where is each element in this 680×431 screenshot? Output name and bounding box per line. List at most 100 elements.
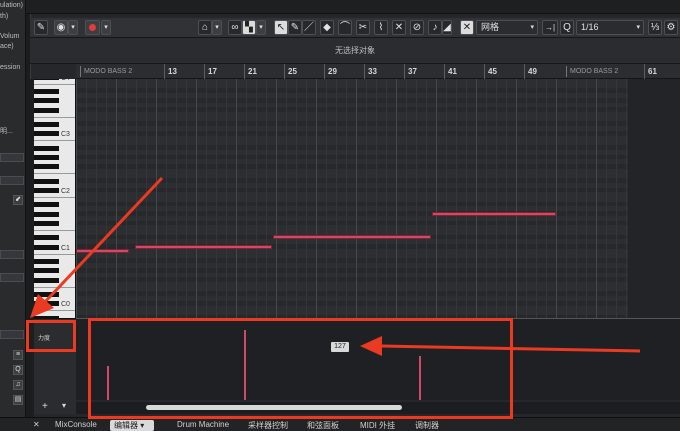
grid-outside-part (628, 79, 680, 318)
piano-black-key[interactable] (34, 107, 59, 113)
tab-modulators[interactable]: 调制器 (415, 420, 439, 431)
grid-line (536, 79, 537, 318)
settings-icon[interactable]: ⚙ (664, 20, 678, 35)
piano-black-key[interactable] (34, 188, 59, 194)
bar-tick (204, 64, 205, 79)
tab-editor[interactable]: 编辑器 ▾ (110, 420, 155, 431)
link-icon[interactable]: ∞ (228, 20, 242, 35)
speaker-icon[interactable]: ◢ (442, 20, 452, 35)
list-icon[interactable]: ≡ (13, 350, 23, 360)
split-tool-icon[interactable]: ✂ (356, 20, 370, 35)
piano-black-key[interactable] (34, 268, 59, 274)
midi-note[interactable] (432, 211, 556, 216)
solo-icon[interactable]: ◉ (54, 20, 68, 35)
bar-tick (484, 64, 485, 79)
grid-line (506, 79, 507, 318)
grid-line (136, 79, 137, 318)
chevron-down-icon[interactable]: ▾ (256, 20, 266, 35)
piano-keyboard[interactable]: C4 C3 C2 C1 C0 (34, 79, 76, 318)
chevron-down-icon[interactable]: ▾ (101, 20, 111, 35)
inspector-menu-text[interactable]: 明... (0, 126, 13, 136)
bar-tick (164, 64, 165, 79)
bar-tick (324, 64, 325, 79)
tab-midi-insert[interactable]: MIDI 外挂 (360, 420, 395, 431)
piano-black-key[interactable] (34, 164, 59, 170)
erase-tool-icon[interactable]: ◆ (320, 20, 334, 35)
piano-black-key[interactable] (34, 79, 59, 80)
draw-tool-icon[interactable]: ✎ (288, 20, 302, 35)
octave-label: C3 (61, 131, 70, 139)
auto-scroll-icon[interactable]: ▚ (242, 20, 256, 35)
grid-line (376, 79, 377, 318)
piano-black-key[interactable] (34, 145, 59, 151)
record-button[interactable] (85, 20, 100, 35)
panel-icon[interactable]: ▤ (13, 395, 23, 405)
snap-icon[interactable]: ✕ (460, 20, 474, 35)
piano-black-key[interactable] (34, 301, 59, 307)
note-grid[interactable] (76, 79, 628, 318)
tab-sampler-control[interactable]: 采样器控制 (248, 420, 288, 431)
midi-note[interactable] (76, 249, 129, 254)
pin-icon[interactable]: ✎ (34, 20, 48, 35)
grid-line (306, 79, 307, 318)
inspector-field[interactable] (0, 153, 24, 162)
quantize-select[interactable]: 1/16 ▾ (576, 20, 644, 35)
midi-note[interactable] (135, 244, 272, 249)
grid-line (226, 79, 227, 318)
inspector-field[interactable] (0, 330, 24, 339)
metronome-icon[interactable]: ⌂ (198, 20, 212, 35)
trim-tool-icon[interactable]: ⌒ (338, 20, 352, 35)
inspector-field[interactable] (0, 250, 24, 259)
play-tool-icon[interactable]: ♪ (428, 20, 442, 35)
quantize-value: 1/16 (581, 22, 599, 32)
edit-icon[interactable]: ⬋ (13, 195, 23, 205)
close-icon[interactable]: ✕ (33, 420, 40, 429)
line-tool-icon[interactable]: ／ (302, 20, 316, 35)
piano-black-key[interactable] (34, 155, 59, 161)
mute-tool-icon[interactable]: ✕ (392, 20, 406, 35)
piano-black-key[interactable] (34, 131, 59, 137)
tuplet-icon[interactable]: ⅓ (648, 20, 662, 35)
add-lane-button[interactable]: + (42, 401, 48, 412)
piano-black-key[interactable] (34, 88, 59, 94)
tab-drum-machine[interactable]: Drum Machine (177, 420, 229, 429)
annotation-box-velocity-lane (88, 318, 513, 419)
piano-black-key[interactable] (34, 277, 59, 283)
midi-note[interactable] (273, 235, 431, 240)
chevron-down-icon[interactable]: ▾ (212, 20, 222, 35)
inspector-field[interactable] (0, 273, 24, 282)
piano-black-key[interactable] (34, 291, 59, 297)
piano-black-key[interactable] (34, 211, 59, 217)
timeline-ruler[interactable]: MODO BASS 2 01 MODO BASS 2 01 13 17 21 2… (76, 64, 680, 86)
piano-black-key[interactable] (34, 244, 59, 250)
object-select-tool-icon[interactable]: ↖ (274, 20, 288, 35)
zoom-tool-icon[interactable]: ⊘ (410, 20, 424, 35)
tab-chord-pads[interactable]: 和弦面板 (307, 420, 339, 431)
piano-black-key[interactable] (34, 221, 59, 227)
chevron-down-icon: ▾ (140, 421, 145, 430)
grid-line (596, 79, 597, 318)
octave-label: C2 (61, 188, 70, 195)
annotation-box-velocity-label (26, 320, 76, 352)
insert-velocity-icon[interactable]: →| (542, 20, 558, 35)
inspector-line: th) (0, 13, 9, 20)
glue-tool-icon[interactable]: ⌇ (374, 20, 388, 35)
piano-black-key[interactable] (34, 121, 59, 127)
inspector-line: ace) (0, 43, 14, 50)
piano-black-key[interactable] (34, 98, 59, 104)
chevron-down-icon[interactable]: ▾ (68, 20, 78, 35)
quantize-icon[interactable]: Q (560, 20, 574, 35)
music-icon[interactable]: ♫ (13, 380, 23, 390)
inspector-field[interactable] (0, 176, 24, 185)
piano-key-divider (34, 140, 75, 142)
search-icon[interactable]: Q (13, 365, 23, 375)
piano-black-key[interactable] (34, 258, 59, 264)
piano-black-key[interactable] (34, 235, 59, 241)
lane-menu-button[interactable]: ▾ (62, 401, 66, 410)
piano-black-key[interactable] (34, 178, 59, 184)
snap-type-select[interactable]: 网格 ▾ (476, 20, 538, 35)
tab-mixconsole[interactable]: MixConsole (55, 420, 97, 429)
piano-black-key[interactable] (34, 202, 59, 208)
inspector-line: ulation) (0, 2, 23, 9)
grid-line (446, 79, 447, 318)
